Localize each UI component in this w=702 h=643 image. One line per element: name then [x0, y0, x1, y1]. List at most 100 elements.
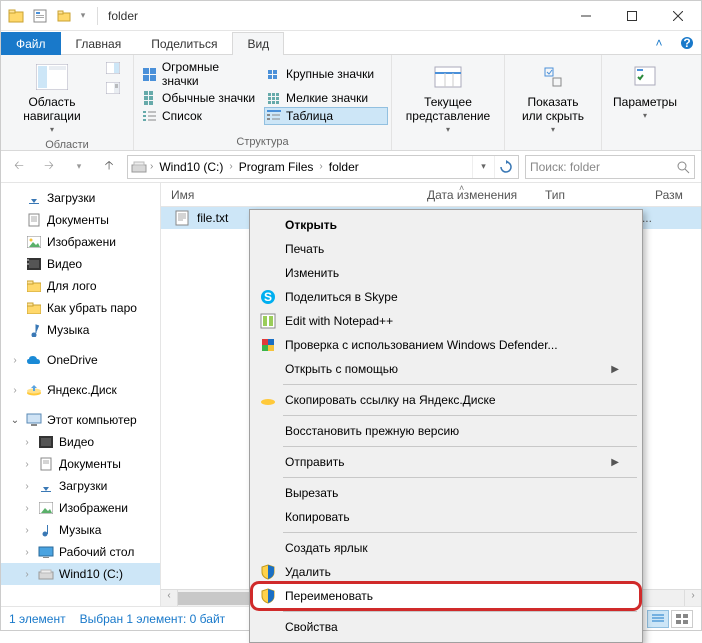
col-type[interactable]: Тип [545, 188, 565, 202]
ribbon-group-panes: Область навигации ▾ Области [1, 55, 134, 150]
group-label-layout: Структура [140, 134, 385, 148]
ctx-restore[interactable]: Восстановить прежную версию [253, 419, 639, 443]
folder-icon [25, 277, 43, 295]
options-button[interactable]: Параметры ▾ [608, 59, 682, 123]
group-label-panes: Области [7, 137, 127, 151]
breadcrumb-program-files[interactable]: Program Files [235, 160, 318, 174]
ctx-notepad[interactable]: Edit with Notepad++ [253, 309, 639, 333]
main-area: Загрузки Документы Изображени Видео Для … [1, 183, 701, 606]
music-icon [37, 521, 55, 539]
drive-icon [130, 158, 148, 176]
ctx-skype[interactable]: SПоделиться в Skype [253, 285, 639, 309]
ctx-open[interactable]: Открыть [253, 213, 639, 237]
video-icon [37, 433, 55, 451]
tree-video[interactable]: Видео [1, 253, 160, 275]
close-button[interactable] [655, 1, 701, 31]
tree-downloads[interactable]: Загрузки [1, 187, 160, 209]
breadcrumb-drive[interactable]: Wind10 (C:) [155, 160, 227, 174]
tree-forlogo[interactable]: Для лого [1, 275, 160, 297]
document-icon [37, 455, 55, 473]
layout-normal-icons[interactable]: Обычные значки [140, 89, 264, 107]
show-hide-button[interactable]: Показать или скрыть▾ [511, 59, 595, 137]
up-button[interactable]: 🡡 [97, 155, 121, 179]
ctx-rename[interactable]: Переименовать [253, 584, 639, 608]
tab-home[interactable]: Главная [61, 32, 137, 55]
tree-documents[interactable]: Документы [1, 209, 160, 231]
breadcrumb-folder[interactable]: folder [325, 160, 363, 174]
ctx-yadisk[interactable]: Скопировать ссылку на Яндекс.Диске [253, 388, 639, 412]
layout-list[interactable]: Список [140, 107, 264, 125]
sort-indicator-icon: ˄ [459, 183, 464, 193]
recent-locations-button[interactable]: ▾ [67, 155, 91, 179]
ribbon-collapse-icon[interactable]: ˄ [645, 31, 673, 54]
ctx-sendto[interactable]: Отправить▶ [253, 450, 639, 474]
tree-pictures[interactable]: Изображени [1, 231, 160, 253]
tree-documents2[interactable]: ›Документы [1, 453, 160, 475]
qat-dropdown-icon[interactable]: ▾ [77, 5, 89, 27]
download-icon [37, 477, 55, 495]
ctx-delete[interactable]: Удалить [253, 560, 639, 584]
chevron-right-icon[interactable]: › [317, 161, 324, 172]
col-name[interactable]: Имя [171, 188, 194, 202]
folder-icon [25, 299, 43, 317]
back-button[interactable]: 🡠 [7, 155, 31, 179]
scroll-left-icon[interactable]: ‹ [161, 590, 178, 606]
tree-pictures2[interactable]: ›Изображени [1, 497, 160, 519]
ctx-defender[interactable]: Проверка с использованием Windows Defend… [253, 333, 639, 357]
refresh-icon[interactable] [494, 156, 516, 178]
tab-view[interactable]: Вид [232, 32, 284, 55]
column-headers[interactable]: ˄ Имя Дата изменения Тип Разм [161, 183, 701, 207]
col-date[interactable]: Дата изменения [427, 188, 517, 202]
minimize-button[interactable] [563, 1, 609, 31]
tree-downloads2[interactable]: ›Загрузки [1, 475, 160, 497]
qat-newfolder-icon[interactable] [53, 5, 75, 27]
navigation-pane-button[interactable]: Область навигации ▾ [7, 59, 97, 137]
forward-button[interactable]: 🡢 [37, 155, 61, 179]
layout-details[interactable]: Таблица [264, 107, 388, 125]
details-view-button[interactable] [647, 610, 669, 628]
tree-drive-c[interactable]: ›Wind10 (C:) [1, 563, 160, 585]
navigation-tree[interactable]: Загрузки Документы Изображени Видео Для … [1, 183, 161, 606]
maximize-button[interactable] [609, 1, 655, 31]
options-icon [629, 61, 661, 93]
chevron-down-icon: ▾ [446, 123, 450, 137]
tree-video2[interactable]: ›Видео [1, 431, 160, 453]
address-dropdown-icon[interactable]: ▾ [472, 156, 494, 178]
current-view-button[interactable]: Текущее представление▾ [398, 59, 498, 137]
ctx-openwith[interactable]: Открыть с помощью▶ [253, 357, 639, 381]
breadcrumb[interactable]: › Wind10 (C:) › Program Files › folder ▾ [127, 155, 519, 179]
ctx-edit[interactable]: Изменить [253, 261, 639, 285]
col-size[interactable]: Разм [655, 188, 683, 202]
tree-desktop[interactable]: ›Рабочий стол [1, 541, 160, 563]
tab-share[interactable]: Поделиться [136, 32, 232, 55]
chevron-right-icon[interactable]: › [227, 161, 234, 172]
quick-access-toolbar: ▾ [1, 5, 93, 27]
tree-music2[interactable]: ›Музыка [1, 519, 160, 541]
desktop-icon [37, 543, 55, 561]
search-box[interactable]: Поиск: folder [525, 155, 695, 179]
scroll-right-icon[interactable]: › [684, 590, 701, 606]
preview-pane-button[interactable] [103, 59, 127, 77]
details-pane-icon [105, 80, 121, 96]
ctx-cut[interactable]: Вырезать [253, 481, 639, 505]
layout-small-icons[interactable]: Мелкие значки [264, 89, 388, 107]
ctx-shortcut[interactable]: Создать ярлык [253, 536, 639, 560]
tree-music[interactable]: Музыка [1, 319, 160, 341]
text-file-icon [173, 209, 191, 227]
tab-file[interactable]: Файл [1, 32, 61, 55]
ctx-copy[interactable]: Копировать [253, 505, 639, 529]
help-icon[interactable]: ? [673, 31, 701, 54]
tree-howto[interactable]: Как убрать паро [1, 297, 160, 319]
thumbnails-view-button[interactable] [671, 610, 693, 628]
ctx-print[interactable]: Печать [253, 237, 639, 261]
tree-thispc[interactable]: ⌄Этот компьютер [1, 409, 160, 431]
ctx-properties[interactable]: Свойства [253, 615, 639, 639]
qat-properties-icon[interactable] [29, 5, 51, 27]
details-pane-button[interactable] [103, 79, 127, 97]
medium-icons-icon [142, 90, 158, 106]
layout-huge-icons[interactable]: Огромные значки [140, 59, 264, 89]
tree-onedrive[interactable]: ›OneDrive [1, 349, 160, 371]
chevron-right-icon[interactable]: › [148, 161, 155, 172]
layout-large-icons[interactable]: Крупные значки [264, 59, 388, 89]
tree-yandexdisk[interactable]: ›Яндекс.Диск [1, 379, 160, 401]
